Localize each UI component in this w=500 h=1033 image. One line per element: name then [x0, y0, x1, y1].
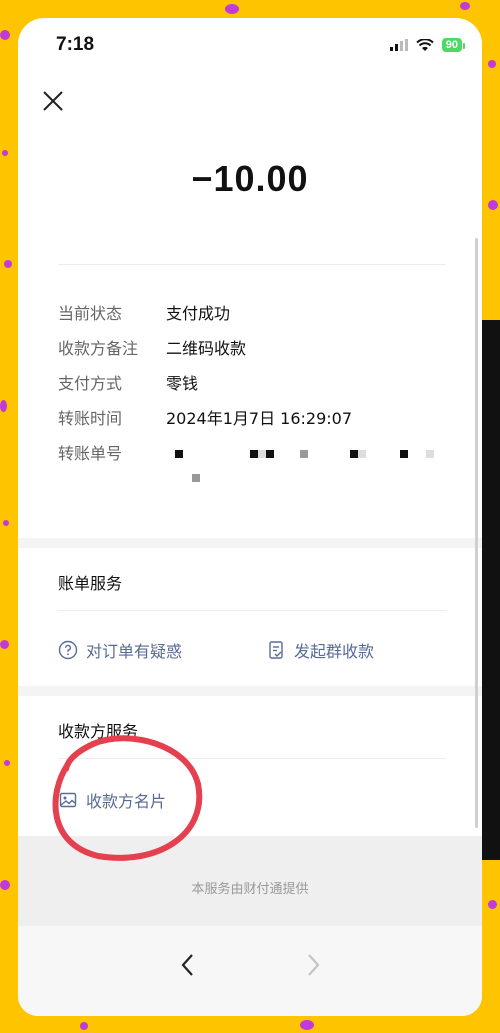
status-time: 7:18 [56, 34, 95, 55]
footer: 本服务由财付通提供 [18, 836, 482, 926]
chevron-right-icon [308, 954, 320, 976]
divider [58, 610, 446, 611]
section-gap [18, 686, 482, 696]
payee-note-label: 收款方备注 [58, 339, 139, 358]
question-circle-icon [58, 640, 78, 660]
payment-method-label: 支付方式 [58, 374, 123, 393]
signal-icon [389, 39, 408, 51]
forward-button[interactable] [298, 950, 328, 980]
chevron-left-icon [181, 954, 193, 976]
group-collect-link[interactable]: 发起群收款 [266, 638, 374, 662]
wifi-icon [416, 38, 434, 51]
provider-text: 本服务由财付通提供 [191, 882, 309, 897]
transfer-time-value: 2024年1月7日 16:29:07 [166, 409, 353, 428]
section-gap [18, 538, 482, 548]
status-bar: 7:18 90 [18, 18, 482, 74]
order-question-link[interactable]: 对订单有疑惑 [58, 638, 182, 662]
back-button[interactable] [173, 950, 203, 980]
bill-services-title: 账单服务 [58, 574, 123, 593]
status-value: 支付成功 [166, 304, 231, 323]
battery-indicator: 90 [441, 38, 466, 52]
transfer-time-label: 转账时间 [58, 409, 123, 428]
transfer-number-label: 转账单号 [58, 444, 123, 463]
transfer-number-masked [166, 446, 446, 506]
status-label: 当前状态 [58, 304, 123, 323]
payee-card-link[interactable]: 收款方名片 [58, 788, 166, 812]
payee-card-label: 收款方名片 [86, 792, 167, 811]
payment-method-value: 零钱 [166, 374, 199, 393]
order-question-label: 对订单有疑惑 [86, 642, 183, 661]
payee-services-title: 收款方服务 [58, 722, 139, 741]
scrollbar[interactable] [475, 238, 478, 828]
image-card-icon [59, 792, 77, 808]
close-icon [43, 91, 63, 111]
group-collect-label: 发起群收款 [294, 642, 375, 661]
document-icon [269, 641, 283, 659]
divider [58, 264, 446, 265]
clipped-header-text: ▔ ▔▔▔ ▔▔▔ ▔▔▔▔ ▔▔▔ ▔▔▔▔ ▔▔▔ [58, 130, 438, 138]
transaction-amount: −10.00 [191, 158, 309, 199]
bottom-nav [18, 926, 482, 1016]
close-button[interactable] [40, 88, 66, 114]
payee-note-value: 二维码收款 [166, 339, 247, 358]
divider [58, 758, 446, 759]
phone-screen: 7:18 90 ▔ ▔▔▔ ▔▔▔ ▔▔▔▔ ▔▔▔ ▔▔▔▔ ▔▔▔ −10.… [18, 18, 482, 1016]
